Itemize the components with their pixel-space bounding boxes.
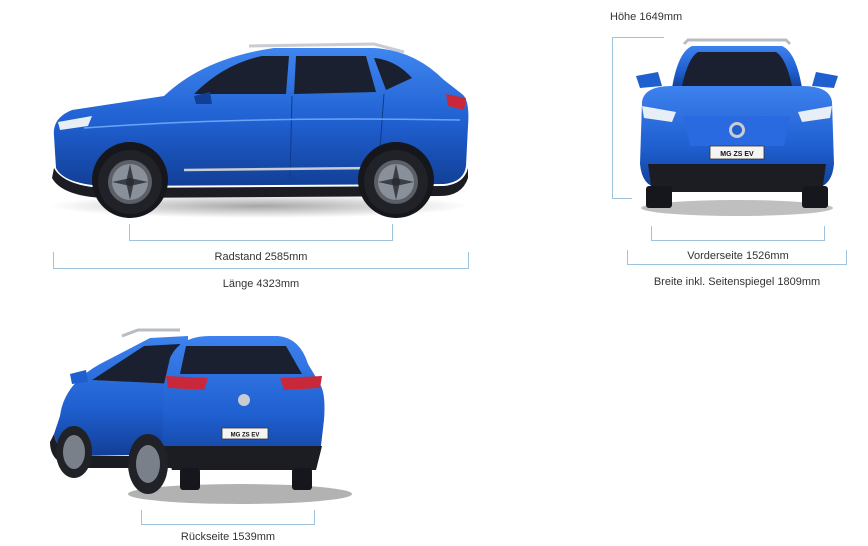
rear-view-car-image: MG ZS EV	[50, 328, 352, 504]
wheelbase-dimension-line	[129, 224, 393, 241]
length-dimension-line	[53, 252, 469, 269]
side-view-car-image	[49, 42, 469, 218]
rear-track-dimension-line	[141, 510, 315, 525]
rear-track-label: Rückseite 1539mm	[180, 531, 276, 543]
front-track-dimension-line	[651, 226, 825, 241]
rear-plate-text: MG ZS EV	[231, 433, 260, 439]
side-view-car	[44, 36, 476, 218]
front-view-car: MG ZS EV	[632, 36, 842, 218]
width-dimension-line	[627, 250, 847, 265]
side-rear-wheel	[364, 150, 428, 214]
width-label: Breite inkl. Seitenspiegel 1809mm	[653, 276, 821, 288]
length-label: Länge 4323mm	[222, 278, 300, 290]
rear-view-car: MG ZS EV	[40, 324, 356, 506]
rear-left-wheel	[56, 426, 92, 478]
front-view-car-image: MG ZS EV	[636, 38, 838, 216]
height-label: Höhe 1649mm	[610, 11, 683, 23]
front-plate-text: MG ZS EV	[720, 151, 754, 158]
rear-right-wheel	[128, 434, 168, 494]
side-front-wheel	[98, 150, 162, 214]
